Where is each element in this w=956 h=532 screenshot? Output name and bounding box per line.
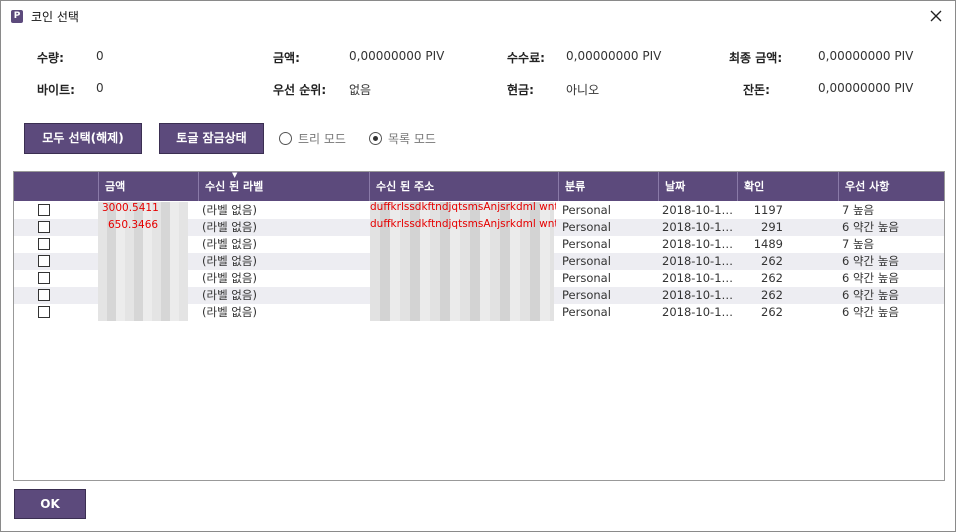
blurred-amount <box>98 304 188 321</box>
window-title: 코인 선택 <box>31 10 79 24</box>
list-mode-label: 목록 모드 <box>388 132 436 146</box>
row-checkbox[interactable] <box>38 255 50 267</box>
address-cell: duffkrlssdkftndjqtsmsAnjsrkdml wnth <box>370 201 556 213</box>
address-cell <box>370 250 556 267</box>
ok-button[interactable]: OK <box>14 489 86 519</box>
select-all-button[interactable]: 모두 선택(해제) <box>24 123 142 154</box>
type-cell: Personal <box>562 271 611 285</box>
date-cell: 2018-10-1… <box>662 254 734 268</box>
table-row[interactable]: (라벨 없음) Personal 2018-10-1… 262 6 약간 높음 <box>14 304 944 321</box>
type-cell: Personal <box>562 305 611 319</box>
amount-cell: 650.3466 <box>108 219 159 231</box>
change-value: 0,00000000 PIV <box>818 81 914 95</box>
row-checkbox[interactable] <box>38 238 50 250</box>
header-address[interactable]: 수신 된 주소 <box>369 172 558 201</box>
header-date[interactable]: 날짜 <box>658 172 737 201</box>
amount-cell: 3000.5411 <box>102 202 159 214</box>
priority-cell: 7 높음 <box>842 237 875 251</box>
date-cell: 2018-10-1… <box>662 271 734 285</box>
confirmations-cell: 262 <box>761 254 783 268</box>
label-cell: (라벨 없음) <box>202 237 257 251</box>
blurred-amount <box>98 236 188 253</box>
amount-value: 0,00000000 PIV <box>349 49 445 63</box>
type-cell: Personal <box>562 203 611 217</box>
toggle-lock-button[interactable]: 토글 잠금상태 <box>159 123 264 154</box>
tree-mode-label: 트리 모드 <box>298 132 346 146</box>
coin-control-dialog: P 코인 선택 수량: 0 금액: 0,00000000 PIV 수수료: 0,… <box>0 0 956 532</box>
change-label: 잔돈: <box>743 83 770 97</box>
label-cell: (라벨 없음) <box>202 288 257 302</box>
final-amount-label: 최종 금액: <box>729 51 783 65</box>
header-confirmations[interactable]: 확인 <box>737 172 838 201</box>
priority-cell: 6 약간 높음 <box>842 220 899 234</box>
row-checkbox[interactable] <box>38 306 50 318</box>
cash-value: 아니오 <box>566 83 600 97</box>
address-cell <box>370 301 556 318</box>
row-checkbox[interactable] <box>38 204 50 216</box>
date-cell: 2018-10-1… <box>662 288 734 302</box>
header-amount[interactable]: 금액 ▼ <box>98 172 237 201</box>
type-cell: Personal <box>562 220 611 234</box>
row-checkbox[interactable] <box>38 221 50 233</box>
priority-cell: 6 약간 높음 <box>842 254 899 268</box>
confirmations-cell: 1197 <box>753 203 783 217</box>
confirmations-cell: 291 <box>761 220 783 234</box>
header-priority[interactable]: 우선 사항 <box>838 172 938 201</box>
summary-panel: 수량: 0 금액: 0,00000000 PIV 수수료: 0,00000000… <box>1 41 955 101</box>
label-cell: (라벨 없음) <box>202 271 257 285</box>
confirmations-cell: 262 <box>761 288 783 302</box>
app-logo-icon: P <box>11 10 23 23</box>
amount-label: 금액: <box>273 51 300 65</box>
label-cell: (라벨 없음) <box>202 220 257 234</box>
header-checkbox-column[interactable] <box>14 172 98 201</box>
address-cell <box>370 267 556 284</box>
confirmations-cell: 1489 <box>753 237 783 251</box>
date-cell: 2018-10-1… <box>662 203 734 217</box>
radio-unchecked-icon <box>279 132 292 145</box>
priority-cell: 6 약간 높음 <box>842 305 899 319</box>
row-checkbox[interactable] <box>38 289 50 301</box>
confirmations-cell: 262 <box>761 305 783 319</box>
priority-value: 없음 <box>349 83 372 97</box>
final-amount-value: 0,00000000 PIV <box>818 49 914 63</box>
date-cell: 2018-10-1… <box>662 237 734 251</box>
priority-cell: 6 약간 높음 <box>842 288 899 302</box>
date-cell: 2018-10-1… <box>662 305 734 319</box>
address-cell: duffkrlssdkftndjqtsmsAnjsrkdml wnth <box>370 218 556 230</box>
quantity-label: 수량: <box>37 51 64 65</box>
coin-table: 금액 ▼ 수신 된 라벨 수신 된 주소 분류 날짜 확인 우선 사항 3000… <box>13 171 945 481</box>
header-type[interactable]: 분류 <box>558 172 658 201</box>
close-icon <box>930 10 942 22</box>
label-cell: (라벨 없음) <box>202 203 257 217</box>
close-button[interactable] <box>925 5 947 27</box>
blurred-amount <box>98 287 188 304</box>
type-cell: Personal <box>562 288 611 302</box>
cash-label: 현금: <box>507 83 534 97</box>
label-cell: (라벨 없음) <box>202 305 257 319</box>
bytes-label: 바이트: <box>37 83 75 97</box>
row-checkbox[interactable] <box>38 272 50 284</box>
address-cell <box>370 233 556 250</box>
radio-checked-icon <box>369 132 382 145</box>
date-cell: 2018-10-1… <box>662 220 734 234</box>
address-cell <box>370 284 556 301</box>
list-mode-radio[interactable]: 목록 모드 <box>369 130 436 147</box>
fee-label: 수수료: <box>507 51 545 65</box>
confirmations-cell: 262 <box>761 271 783 285</box>
priority-cell: 7 높음 <box>842 203 875 217</box>
priority-cell: 6 약간 높음 <box>842 271 899 285</box>
priority-label: 우선 순위: <box>273 83 327 97</box>
title-bar: P 코인 선택 <box>1 1 955 31</box>
blurred-amount <box>98 270 188 287</box>
header-label[interactable]: 수신 된 라벨 <box>198 172 369 201</box>
fee-value: 0,00000000 PIV <box>566 49 662 63</box>
quantity-value: 0 <box>96 49 104 63</box>
blurred-amount <box>98 253 188 270</box>
bytes-value: 0 <box>96 81 104 95</box>
label-cell: (라벨 없음) <box>202 254 257 268</box>
table-header: 금액 ▼ 수신 된 라벨 수신 된 주소 분류 날짜 확인 우선 사항 <box>14 172 944 201</box>
type-cell: Personal <box>562 254 611 268</box>
tree-mode-radio[interactable]: 트리 모드 <box>279 130 346 147</box>
type-cell: Personal <box>562 237 611 251</box>
